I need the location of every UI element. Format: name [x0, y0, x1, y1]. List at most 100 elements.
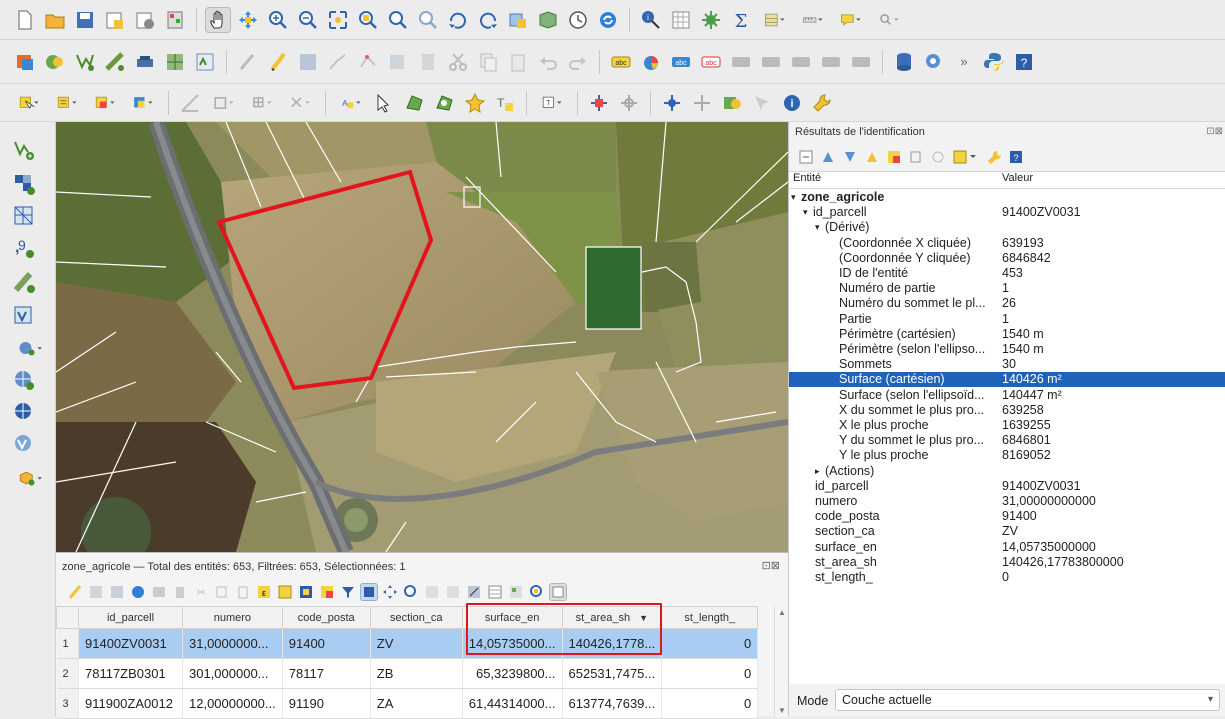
conditional-formatting-icon[interactable]	[507, 583, 525, 601]
show-hide-labels-icon[interactable]	[818, 49, 844, 75]
deselect-all-icon[interactable]	[318, 583, 336, 601]
save-edits-icon[interactable]	[108, 583, 126, 601]
row-number[interactable]: 1	[56, 628, 79, 659]
new-project-icon[interactable]	[12, 7, 38, 33]
cell-code-posta[interactable]: 91400	[282, 628, 371, 659]
tree-row[interactable]: section_ca ZV	[789, 524, 1225, 539]
python-console-icon[interactable]	[981, 49, 1007, 75]
column-header-section-ca[interactable]: section_ca	[369, 606, 463, 629]
cell-st-area-sh[interactable]: 613774,7639...	[562, 688, 663, 719]
zoom-full-icon[interactable]	[325, 7, 351, 33]
select-by-value-icon[interactable]	[50, 90, 84, 116]
manage-layers-icon[interactable]	[42, 49, 68, 75]
tree-row[interactable]: X du sommet le plus pro... 639258	[789, 403, 1225, 418]
locator-search-icon[interactable]	[872, 7, 906, 33]
toggle-editing-icon[interactable]	[265, 49, 291, 75]
undo-icon[interactable]	[535, 49, 561, 75]
add-wcs-layer-icon[interactable]	[10, 366, 38, 394]
print-response-icon[interactable]	[929, 148, 947, 166]
cell-id-parcell[interactable]: 78117ZB0301	[78, 658, 183, 689]
grid-tool-icon[interactable]	[245, 90, 279, 116]
tree-row[interactable]: Périmètre (cartésien) 1540 m	[789, 327, 1225, 342]
table-row[interactable]: 3 911900ZA0012 12,00000000... 91190 ZA 61,443…	[56, 688, 759, 719]
zoom-next-icon[interactable]	[475, 7, 501, 33]
expand-arrow-icon[interactable]: ▾	[791, 190, 796, 205]
tree-row[interactable]: code_posta 91400	[789, 509, 1225, 524]
measure-line-icon[interactable]	[796, 7, 830, 33]
tree-row[interactable]: (Coordonnée Y cliquée) 6846842	[789, 251, 1225, 266]
metasearch-icon[interactable]	[921, 49, 947, 75]
add-mesh-layer-icon[interactable]	[10, 202, 38, 230]
move-label-icon[interactable]	[728, 49, 754, 75]
expand-tree-icon[interactable]	[797, 148, 815, 166]
show-tips-icon[interactable]	[749, 90, 775, 116]
tree-row[interactable]: Numéro de partie 1	[789, 281, 1225, 296]
cell-code-posta[interactable]: 78117	[282, 658, 371, 689]
copy-feature-icon[interactable]	[907, 148, 925, 166]
layer-styling-icon[interactable]	[719, 90, 745, 116]
cut-features-icon[interactable]	[445, 49, 471, 75]
expand-arrow-icon[interactable]: ▾	[803, 205, 808, 220]
shape-tool-icon[interactable]	[283, 90, 317, 116]
processing-toolbox-icon[interactable]	[698, 7, 724, 33]
tree-row[interactable]: Surface (cartésien) 140426 m²	[789, 372, 1225, 388]
paste-icon[interactable]	[234, 583, 252, 601]
cell-st-area-sh[interactable]: 652531,7475...	[562, 658, 663, 689]
panel-close-icon[interactable]: ⊡⊠	[762, 559, 780, 572]
delete-field-icon[interactable]	[444, 583, 462, 601]
column-header-st-length[interactable]: st_length_	[661, 606, 759, 629]
rotate-label-icon[interactable]	[758, 49, 784, 75]
multi-edit-icon[interactable]	[87, 583, 105, 601]
add-vector-layer-icon[interactable]	[72, 49, 98, 75]
tree-row[interactable]: ▸ (Actions)	[789, 464, 1225, 479]
new-3d-view-icon[interactable]	[535, 7, 561, 33]
add-polygon-feature-icon[interactable]	[402, 90, 428, 116]
column-header-code-posta[interactable]: code_posta	[281, 606, 371, 629]
zoom-to-selection-icon[interactable]	[402, 583, 420, 601]
cell-surface-en[interactable]: 65,3239800...	[462, 658, 563, 689]
more-toolbar-chevron-icon[interactable]: »	[951, 49, 977, 75]
tree-row[interactable]: Sommets 30	[789, 357, 1225, 372]
deselect-features-icon[interactable]	[88, 90, 122, 116]
filter-select-icon[interactable]	[339, 583, 357, 601]
row-number[interactable]: 3	[56, 688, 79, 719]
temporal-controller-icon[interactable]	[565, 7, 591, 33]
tree-row[interactable]: (Coordonnée X cliquée) 639193	[789, 236, 1225, 251]
add-feature-text-icon[interactable]: A	[334, 90, 368, 116]
cell-st-length[interactable]: 0	[661, 658, 759, 689]
tree-row[interactable]: id_parcell 91400ZV0031	[789, 479, 1225, 494]
add-wfs-layer-icon[interactable]	[10, 398, 38, 426]
current-edits-icon[interactable]	[235, 49, 261, 75]
tree-row[interactable]: Numéro du sommet le pl... 26	[789, 296, 1225, 311]
map-tips-icon[interactable]	[834, 7, 868, 33]
cell-st-length[interactable]: 0	[661, 628, 759, 659]
attributes-table-dropdown-icon[interactable]	[758, 7, 792, 33]
clear-results-icon[interactable]	[885, 148, 903, 166]
zoom-to-layer-icon[interactable]	[385, 7, 411, 33]
add-annotation-icon[interactable]	[372, 90, 398, 116]
move-selection-top-icon[interactable]	[360, 583, 378, 601]
cell-numero[interactable]: 301,000000...	[182, 658, 283, 689]
text-annotation-icon[interactable]: T	[535, 90, 569, 116]
tree-row[interactable]: surface_en 14,05735000000	[789, 540, 1225, 555]
add-feature-icon[interactable]	[150, 583, 168, 601]
cell-numero[interactable]: 31,0000000...	[182, 628, 283, 659]
info-icon[interactable]: i	[779, 90, 805, 116]
add-delimited-text-icon[interactable]	[192, 49, 218, 75]
modify-attributes-icon[interactable]	[385, 49, 411, 75]
collapse-arrow-icon[interactable]: ▸	[815, 464, 820, 479]
split-features-icon[interactable]	[689, 90, 715, 116]
copy-features-icon[interactable]	[475, 49, 501, 75]
data-source-manager-icon[interactable]	[12, 49, 38, 75]
georeferencer-icon[interactable]	[586, 90, 612, 116]
reload-icon[interactable]	[129, 583, 147, 601]
add-vector-layer-icon[interactable]	[10, 136, 38, 164]
refresh-icon[interactable]	[595, 7, 621, 33]
tree-row[interactable]: ▾ id_parcell 91400ZV0031	[789, 205, 1225, 220]
help-icon[interactable]: ?	[1011, 49, 1037, 75]
new-print-layout-icon[interactable]	[102, 7, 128, 33]
zoom-native-icon[interactable]	[415, 7, 441, 33]
change-label-icon[interactable]	[788, 49, 814, 75]
tree-row[interactable]: Partie 1	[789, 312, 1225, 327]
new-map-view-icon[interactable]	[505, 7, 531, 33]
